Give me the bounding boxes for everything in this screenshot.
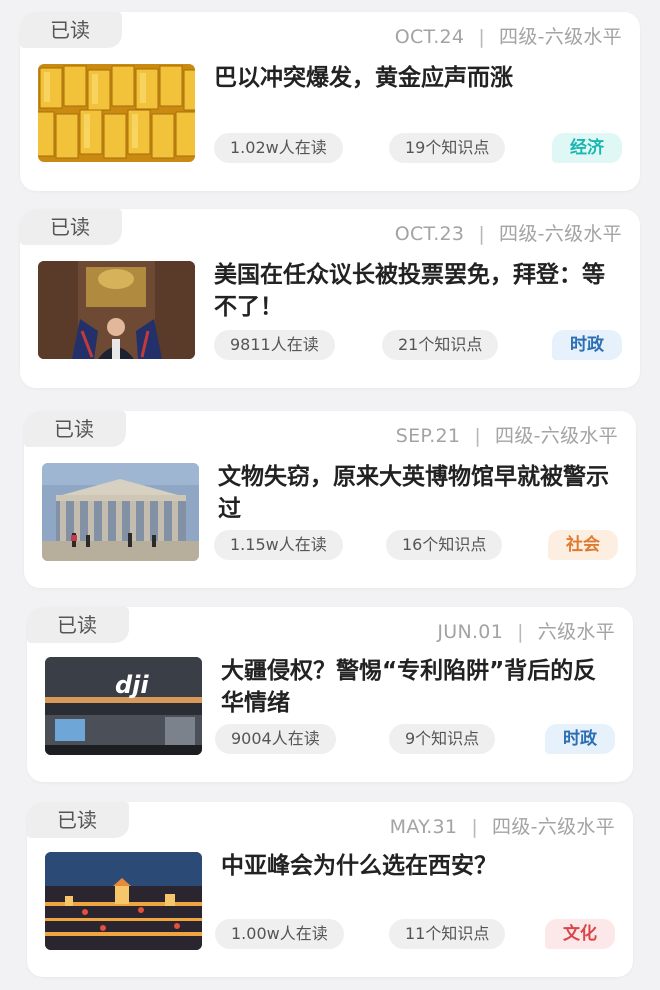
- article-level: 四级-六级水平: [499, 223, 622, 245]
- article-card[interactable]: 已读 OCT.24 | 四级-六级水平 巴以冲突爆发，黄金应声而涨 1.02w人在读…: [20, 12, 640, 191]
- xian-night-image[interactable]: [45, 852, 202, 950]
- article-card[interactable]: 已读 OCT.23 | 四级-六级水平 美国在任众议长被投票罢免，拜登：等不了！ 9…: [20, 209, 640, 388]
- category-tag[interactable]: 社会: [548, 530, 618, 560]
- meta-separator: |: [474, 425, 482, 447]
- article-level: 四级-六级水平: [495, 425, 618, 447]
- article-title[interactable]: 大疆侵权？警惕“专利陷阱”背后的反华情绪: [221, 655, 615, 719]
- article-title[interactable]: 巴以冲突爆发，黄金应声而涨: [214, 62, 622, 94]
- svg-text:dji: dji: [115, 671, 149, 699]
- readers-count: 1.15w人在读: [214, 530, 343, 560]
- article-date: SEP.21: [395, 425, 461, 447]
- meta-separator: |: [478, 223, 486, 245]
- read-badge: 已读: [24, 411, 126, 447]
- article-meta: OCT.24 | 四级-六级水平: [395, 22, 622, 49]
- article-title[interactable]: 美国在任众议长被投票罢免，拜登：等不了！: [214, 259, 622, 323]
- article-card[interactable]: 已读 JUN.01 | 六级水平 dji 大疆侵权？警惕“专利陷阱”背后的反华情绪 …: [27, 607, 633, 782]
- category-tag[interactable]: 经济: [552, 133, 622, 163]
- article-meta: MAY.31 | 四级-六级水平: [390, 812, 615, 839]
- article-title[interactable]: 中亚峰会为什么选在西安？: [221, 850, 615, 882]
- article-date: OCT.24: [394, 26, 465, 48]
- knowledge-points: 21个知识点: [382, 330, 499, 360]
- meta-separator: |: [517, 621, 524, 643]
- article-date: JUN.01: [437, 621, 504, 643]
- dji-store-image[interactable]: dji: [45, 657, 202, 755]
- read-badge: 已读: [20, 12, 122, 48]
- article-date: MAY.31: [389, 816, 458, 838]
- readers-count: 9811人在读: [214, 330, 335, 360]
- knowledge-points: 11个知识点: [389, 919, 506, 949]
- article-level: 四级-六级水平: [492, 816, 615, 838]
- readers-count: 9004人在读: [215, 724, 336, 754]
- category-tag[interactable]: 时政: [545, 724, 615, 754]
- read-badge: 已读: [27, 607, 129, 643]
- category-tag[interactable]: 时政: [552, 330, 622, 360]
- read-badge: 已读: [27, 802, 129, 838]
- readers-count: 1.02w人在读: [214, 133, 343, 163]
- article-meta: OCT.23 | 四级-六级水平: [395, 219, 622, 246]
- article-card[interactable]: 已读 MAY.31 | 四级-六级水平 中亚峰会为什么选在西安？ 1.00w人在读 …: [27, 802, 633, 977]
- knowledge-points: 16个知识点: [386, 530, 503, 560]
- meta-separator: |: [478, 26, 486, 48]
- meta-separator: |: [471, 816, 479, 838]
- article-card[interactable]: 已读 SEP.21 | 四级-六级水平 文物失窃，原来大英博物馆早就被警示过 1.1…: [24, 411, 636, 588]
- british-museum-image[interactable]: [42, 463, 199, 561]
- knowledge-points: 9个知识点: [389, 724, 496, 754]
- article-level: 六级水平: [537, 621, 615, 643]
- article-title[interactable]: 文物失窃，原来大英博物馆早就被警示过: [218, 461, 618, 525]
- speaker-podium-image[interactable]: [38, 261, 195, 359]
- category-tag[interactable]: 文化: [545, 919, 615, 949]
- knowledge-points: 19个知识点: [389, 133, 506, 163]
- gold-bars-image[interactable]: [38, 64, 195, 162]
- readers-count: 1.00w人在读: [215, 919, 344, 949]
- read-badge: 已读: [20, 209, 122, 245]
- article-meta: JUN.01 | 六级水平: [437, 617, 615, 644]
- article-meta: SEP.21 | 四级-六级水平: [396, 421, 618, 448]
- article-level: 四级-六级水平: [499, 26, 622, 48]
- article-date: OCT.23: [394, 223, 465, 245]
